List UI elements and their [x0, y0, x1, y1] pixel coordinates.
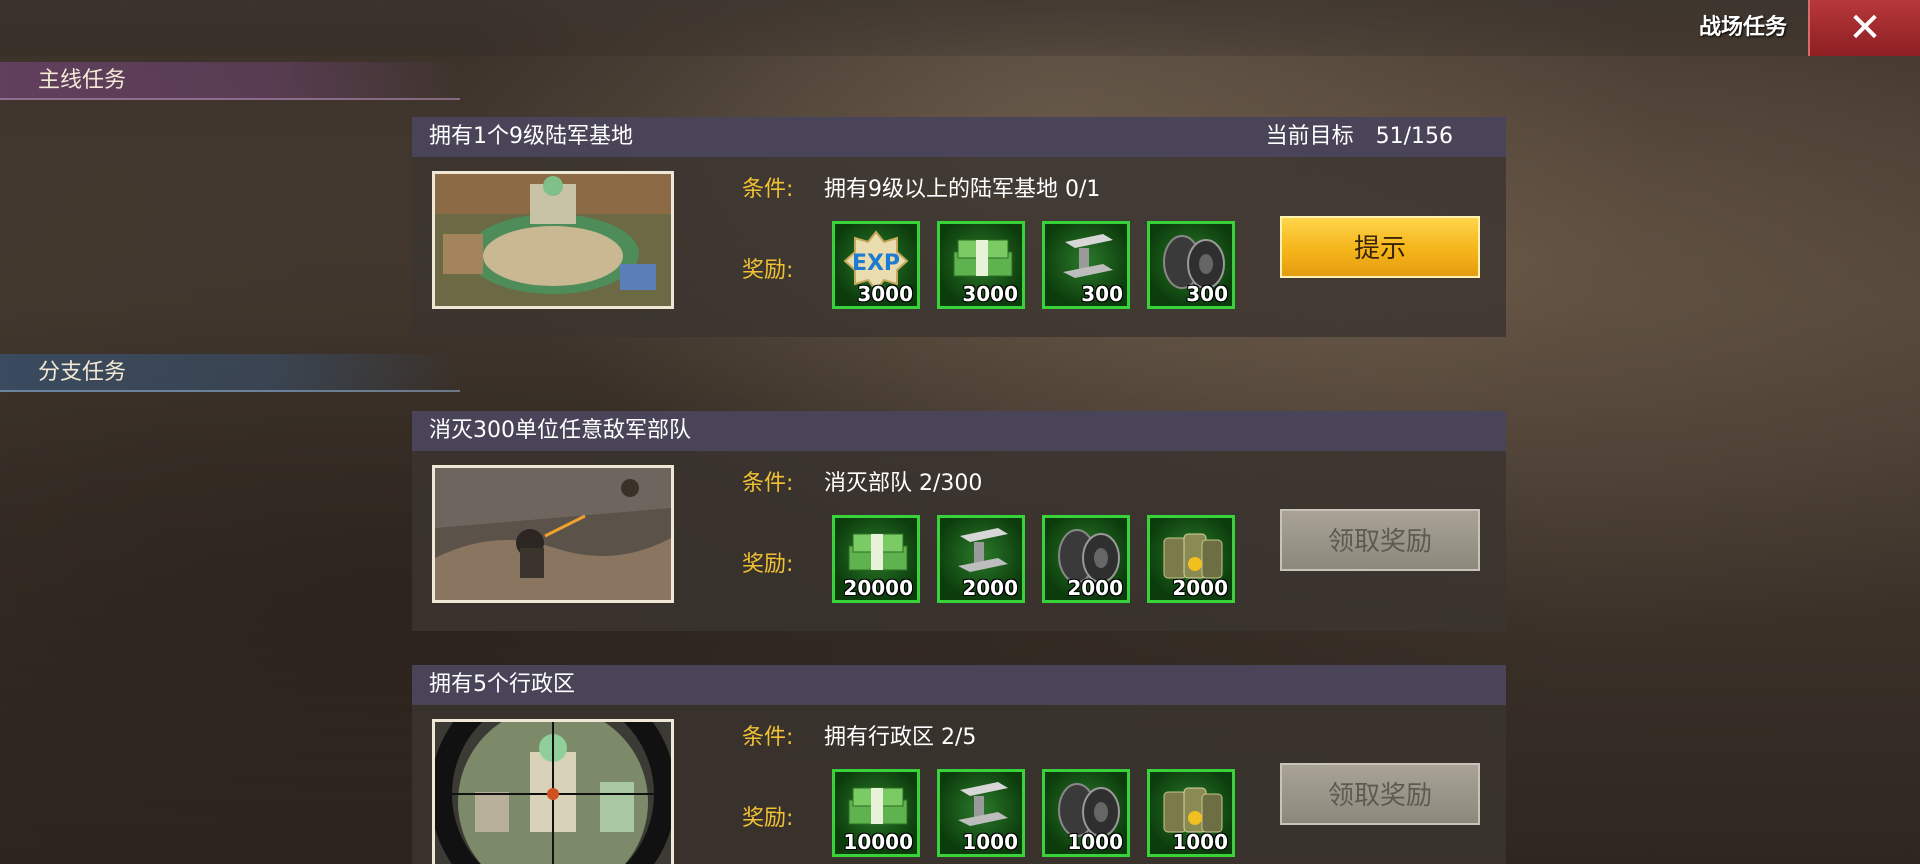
section-side-quests: 分支任务 — [0, 354, 460, 392]
rubber-tire-icon — [1163, 235, 1225, 289]
reward-item[interactable]: 1000 — [937, 769, 1025, 857]
reward-item[interactable]: 10000 — [832, 769, 920, 857]
cash-icon — [848, 533, 908, 571]
claim-reward-button[interactable]: 领取奖励 — [1280, 763, 1480, 825]
task-card: 拥有5个行政区 条件: 拥有行政区 2/5 奖励: 10000 1000 100… — [412, 665, 1506, 864]
page-title: 战场任务 — [1698, 15, 1787, 40]
condition-text: 拥有行政区 2/5 — [824, 725, 977, 750]
current-target-label: 当前目标 — [1265, 124, 1354, 149]
condition-label: 条件: — [742, 177, 794, 202]
reward-amount: 1000 — [962, 830, 1018, 854]
reward-amount: 300 — [1186, 282, 1228, 306]
cash-icon — [848, 787, 908, 825]
steel-icon — [958, 782, 1008, 826]
reward-label: 奖励: — [742, 258, 794, 283]
reward-list: 10000 1000 1000 1000 — [832, 769, 1235, 857]
reward-item[interactable]: 2000 — [1147, 515, 1235, 603]
hint-button[interactable]: 提示 — [1280, 216, 1480, 278]
current-target: 当前目标 51/156 — [1266, 117, 1453, 157]
steel-icon — [1063, 234, 1113, 278]
reward-label: 奖励: — [742, 552, 794, 577]
task-thumbnail-battle — [432, 465, 674, 603]
task-card: 拥有1个9级陆军基地 当前目标 51/156 条件: 拥有9级以上的陆军基地 0/… — [412, 117, 1506, 337]
task-title: 拥有1个9级陆军基地 — [429, 124, 633, 149]
task-header: 拥有1个9级陆军基地 当前目标 51/156 — [412, 117, 1506, 157]
reward-amount: 10000 — [843, 830, 913, 854]
reward-amount: 300 — [1081, 282, 1123, 306]
condition-label: 条件: — [742, 725, 794, 750]
oil-barrel-icon — [1163, 533, 1223, 579]
reward-item[interactable]: EXP 3000 — [832, 221, 920, 309]
condition-label: 条件: — [742, 471, 794, 496]
reward-item[interactable]: 1000 — [1042, 769, 1130, 857]
reward-item[interactable]: 300 — [1042, 221, 1130, 309]
svg-text:EXP: EXP — [852, 251, 900, 276]
close-icon: ✕ — [1848, 5, 1882, 51]
reward-list: EXP 3000 3000 300 300 — [832, 221, 1235, 309]
reward-amount: 2000 — [1172, 576, 1228, 600]
task-card: 消灭300单位任意敌军部队 条件: 消灭部队 2/300 奖励: 20000 2… — [412, 411, 1506, 631]
rubber-tire-icon — [1058, 783, 1120, 837]
reward-label: 奖励: — [742, 806, 794, 831]
condition-text: 拥有9级以上的陆军基地 0/1 — [824, 177, 1101, 202]
condition-text: 消灭部队 2/300 — [824, 471, 983, 496]
reward-item[interactable]: 3000 — [937, 221, 1025, 309]
reward-item[interactable]: 1000 — [1147, 769, 1235, 857]
reward-amount: 3000 — [857, 282, 913, 306]
task-header: 拥有5个行政区 — [412, 665, 1506, 705]
rubber-tire-icon — [1058, 529, 1120, 583]
task-thumbnail-district — [432, 719, 674, 864]
reward-item[interactable]: 20000 — [832, 515, 920, 603]
reward-item[interactable]: 2000 — [1042, 515, 1130, 603]
reward-amount: 2000 — [962, 576, 1018, 600]
reward-list: 20000 2000 2000 2000 — [832, 515, 1235, 603]
reward-item[interactable]: 2000 — [937, 515, 1025, 603]
task-title: 拥有5个行政区 — [429, 672, 575, 697]
reward-amount: 2000 — [1067, 576, 1123, 600]
task-title: 消灭300单位任意敌军部队 — [429, 418, 691, 443]
steel-icon — [958, 528, 1008, 572]
task-thumbnail-army-base — [432, 171, 674, 309]
oil-barrel-icon — [1163, 787, 1223, 833]
cash-icon — [953, 239, 1013, 277]
reward-amount: 20000 — [843, 576, 913, 600]
reward-amount: 3000 — [962, 282, 1018, 306]
claim-reward-button[interactable]: 领取奖励 — [1280, 509, 1480, 571]
close-button[interactable]: ✕ — [1808, 0, 1920, 56]
reward-item[interactable]: 300 — [1147, 221, 1235, 309]
reward-amount: 1000 — [1067, 830, 1123, 854]
current-target-value: 51/156 — [1375, 124, 1453, 149]
reward-amount: 1000 — [1172, 830, 1228, 854]
top-bar: 战场任务 ✕ — [0, 0, 1920, 56]
section-main-quests: 主线任务 — [0, 62, 460, 100]
task-header: 消灭300单位任意敌军部队 — [412, 411, 1506, 451]
